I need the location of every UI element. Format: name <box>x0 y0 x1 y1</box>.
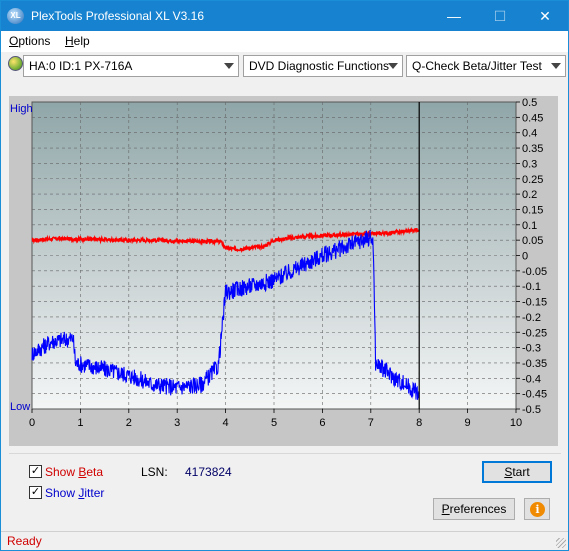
test-select-value: Q-Check Beta/Jitter Test <box>412 59 542 73</box>
function-select[interactable]: DVD Diagnostic Functions <box>243 55 403 77</box>
chevron-down-icon <box>224 63 234 69</box>
y-tick-label: 0.25 <box>522 174 543 186</box>
resize-grip-icon[interactable] <box>556 538 566 548</box>
show-beta-text: Show <box>45 465 79 479</box>
x-tick-label: 3 <box>174 417 180 429</box>
y-tick-label: -0.5 <box>522 404 541 416</box>
show-jitter-text: Show <box>45 486 79 500</box>
menu-options-label: ptions <box>18 34 51 48</box>
x-tick-label: 10 <box>510 417 522 429</box>
window-title: PlexTools Professional XL V3.16 <box>31 9 204 23</box>
x-tick-label: 7 <box>368 417 374 429</box>
show-beta-label[interactable]: Show Beta <box>45 465 103 479</box>
status-text: Ready <box>7 534 42 548</box>
y-tick-label: -0.05 <box>522 266 547 278</box>
disc-drive-icon <box>8 56 23 71</box>
x-tick-label: 8 <box>416 417 422 429</box>
y-tick-label: -0.2 <box>522 312 541 324</box>
y-tick-label: 0 <box>522 251 528 263</box>
x-tick-label: 4 <box>223 417 229 429</box>
y-tick-label: 0.5 <box>522 97 537 109</box>
x-tick-label: 0 <box>29 417 35 429</box>
info-button[interactable]: i <box>524 498 550 520</box>
function-select-value: DVD Diagnostic Functions <box>249 59 390 73</box>
y-tick-label: 0.15 <box>522 204 543 216</box>
lsn-value: 4173824 <box>185 465 232 479</box>
minimize-button[interactable]: — <box>431 1 477 31</box>
high-label: High <box>10 103 33 115</box>
low-label: Low <box>10 401 30 413</box>
drive-select-value: HA:0 ID:1 PX-716A <box>29 59 133 73</box>
menu-bar: Options Help <box>1 31 568 52</box>
y-tick-label: -0.4 <box>522 373 541 385</box>
y-tick-label: 0.3 <box>522 158 537 170</box>
y-tick-label: -0.45 <box>522 389 547 401</box>
y-tick-label: 0.2 <box>522 189 537 201</box>
start-label: tart <box>512 465 530 479</box>
x-tick-label: 2 <box>126 417 132 429</box>
y-tick-label: -0.1 <box>522 281 541 293</box>
menu-options[interactable]: Options <box>9 34 50 48</box>
drive-select[interactable]: HA:0 ID:1 PX-716A <box>23 55 239 77</box>
toolbar: HA:0 ID:1 PX-716A DVD Diagnostic Functio… <box>1 52 568 79</box>
show-beta-rest: eta <box>86 465 104 479</box>
test-select[interactable]: Q-Check Beta/Jitter Test <box>406 55 566 77</box>
y-tick-label: -0.15 <box>522 297 547 309</box>
preferences-label: references <box>449 502 507 516</box>
controls-panel: ✓ Show Beta ✓ Show Jitter LSN: 4173824 S… <box>9 453 561 526</box>
x-tick-label: 9 <box>465 417 471 429</box>
x-tick-label: 6 <box>319 417 325 429</box>
y-tick-label: -0.35 <box>522 358 547 370</box>
chevron-down-icon <box>551 63 561 69</box>
title-bar[interactable]: XL PlexTools Professional XL V3.16 — ☐ ✕ <box>1 1 568 31</box>
preferences-button[interactable]: Preferences <box>433 498 515 520</box>
show-jitter-label[interactable]: Show Jitter <box>45 486 104 500</box>
x-tick-label: 5 <box>271 417 277 429</box>
show-jitter-checkbox[interactable]: ✓ <box>29 486 42 499</box>
x-tick-label: 1 <box>77 417 83 429</box>
maximize-button[interactable]: ☐ <box>477 1 523 31</box>
menu-help[interactable]: Help <box>65 34 90 48</box>
y-tick-label: 0.1 <box>522 220 537 232</box>
y-tick-label: -0.25 <box>522 327 547 339</box>
y-tick-label: 0.05 <box>522 235 543 247</box>
menu-options-accel: O <box>9 34 19 48</box>
close-button[interactable]: ✕ <box>522 1 568 31</box>
start-button[interactable]: Start <box>482 461 552 483</box>
beta-jitter-chart: 0.5 0.45 0.4 0.35 0.3 0.25 0.2 0.15 0.1 0.05 0 -0.0… <box>9 96 558 446</box>
y-tick-label: -0.3 <box>522 343 541 355</box>
app-window: XL PlexTools Professional XL V3.16 — ☐ ✕… <box>0 0 569 551</box>
show-jitter-rest: itter <box>84 486 105 500</box>
y-tick-label: 0.45 <box>522 112 543 124</box>
preferences-accel: P <box>441 502 450 516</box>
info-icon: i <box>530 502 545 517</box>
chevron-down-icon <box>388 63 398 69</box>
y-tick-label: 0.4 <box>522 128 537 140</box>
menu-help-label: elp <box>73 34 90 48</box>
menu-help-accel: H <box>65 34 74 48</box>
status-bar: Ready <box>1 531 568 550</box>
lsn-label: LSN: <box>141 465 168 479</box>
chart-frame: 0.5 0.45 0.4 0.35 0.3 0.25 0.2 0.15 0.1 0.05 0 -0.0… <box>9 96 558 446</box>
y-tick-label: 0.35 <box>522 143 543 155</box>
app-logo-icon: XL <box>7 8 24 24</box>
show-beta-checkbox[interactable]: ✓ <box>29 465 42 478</box>
